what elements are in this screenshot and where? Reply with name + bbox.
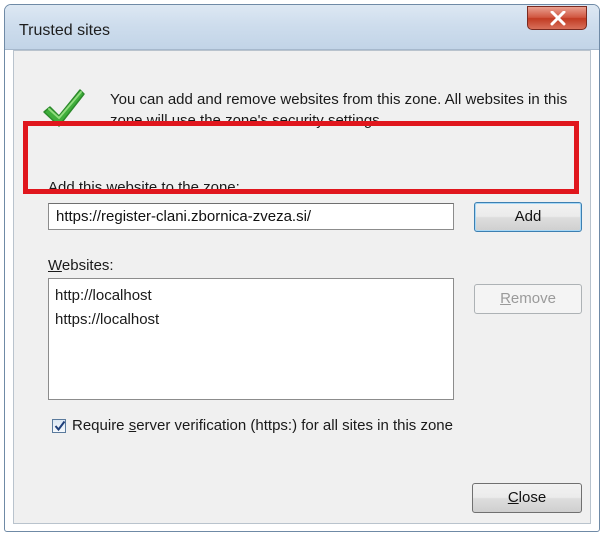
add-button[interactable]: Add <box>474 202 582 232</box>
add-website-highlight <box>23 121 579 194</box>
list-item[interactable]: https://localhost <box>55 308 447 332</box>
list-item[interactable]: http://localhost <box>55 284 447 308</box>
close-window-button[interactable] <box>527 6 587 30</box>
websites-list[interactable]: http://localhost https://localhost <box>48 278 454 400</box>
dialog-title: Trusted sites <box>19 22 110 39</box>
trusted-sites-dialog: Trusted sites You can add and remove web… <box>4 4 600 532</box>
close-button[interactable]: Close <box>472 483 582 513</box>
close-x-icon <box>550 11 566 26</box>
remove-button: Remove <box>474 284 582 314</box>
websites-label: Websites: <box>48 257 114 274</box>
require-verification-checkbox[interactable] <box>52 419 66 433</box>
title-bar: Trusted sites <box>5 5 599 50</box>
add-website-input[interactable] <box>48 203 454 230</box>
checkmark-icon <box>54 420 66 432</box>
require-verification-label[interactable]: Require server verification (https:) for… <box>72 417 453 434</box>
